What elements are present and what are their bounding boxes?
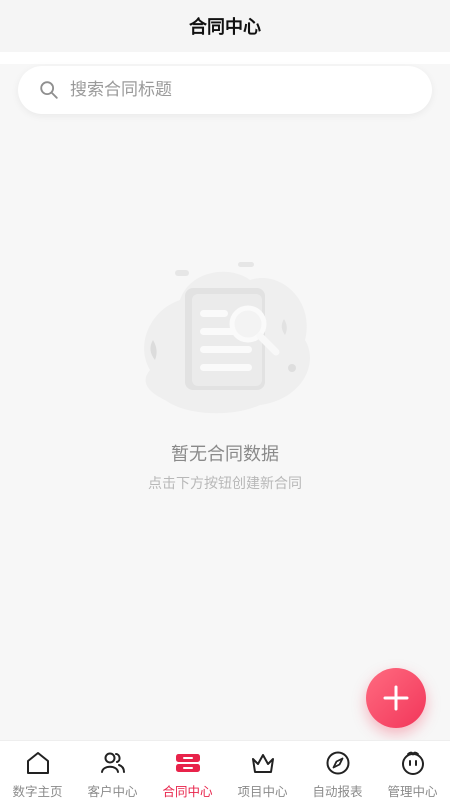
- tab-label: 数字主页: [12, 784, 63, 799]
- top-bar: 合同中心: [0, 0, 450, 52]
- search-input[interactable]: [70, 80, 390, 100]
- tab-management[interactable]: 管理中心: [375, 741, 450, 800]
- tab-customers[interactable]: 客户中心: [75, 741, 150, 800]
- tab-reports[interactable]: 自动报表: [300, 741, 375, 800]
- header-divider: [0, 52, 450, 64]
- compass-icon: [326, 751, 349, 775]
- users-icon: [100, 752, 125, 773]
- search-icon: [40, 81, 58, 99]
- crown-icon: [251, 754, 274, 773]
- contract-icon: [175, 754, 200, 772]
- empty-state-title: 暂无合同数据: [171, 444, 279, 465]
- tab-label: 自动报表: [312, 784, 363, 799]
- empty-document-search-icon: [144, 262, 310, 414]
- face-icon: [401, 751, 424, 775]
- tab-projects[interactable]: 项目中心: [225, 741, 300, 800]
- empty-state-subtitle: 点击下方按钮创建新合同: [148, 476, 302, 492]
- add-contract-button[interactable]: [366, 668, 426, 728]
- home-icon: [26, 752, 49, 774]
- tab-contracts[interactable]: 合同中心: [150, 741, 225, 800]
- tab-label: 项目中心: [237, 784, 288, 799]
- tab-label: 合同中心: [162, 784, 213, 799]
- tab-home[interactable]: 数字主页: [0, 741, 75, 800]
- tab-label: 客户中心: [87, 784, 138, 799]
- bottom-tab-bar: 数字主页 客户中心 合同中心 项目中心 自动报表 管理中心: [0, 740, 450, 800]
- plus-icon: [383, 685, 409, 711]
- tab-label: 管理中心: [387, 784, 438, 799]
- page-title: 合同中心: [189, 17, 261, 38]
- search-bar[interactable]: [18, 66, 432, 114]
